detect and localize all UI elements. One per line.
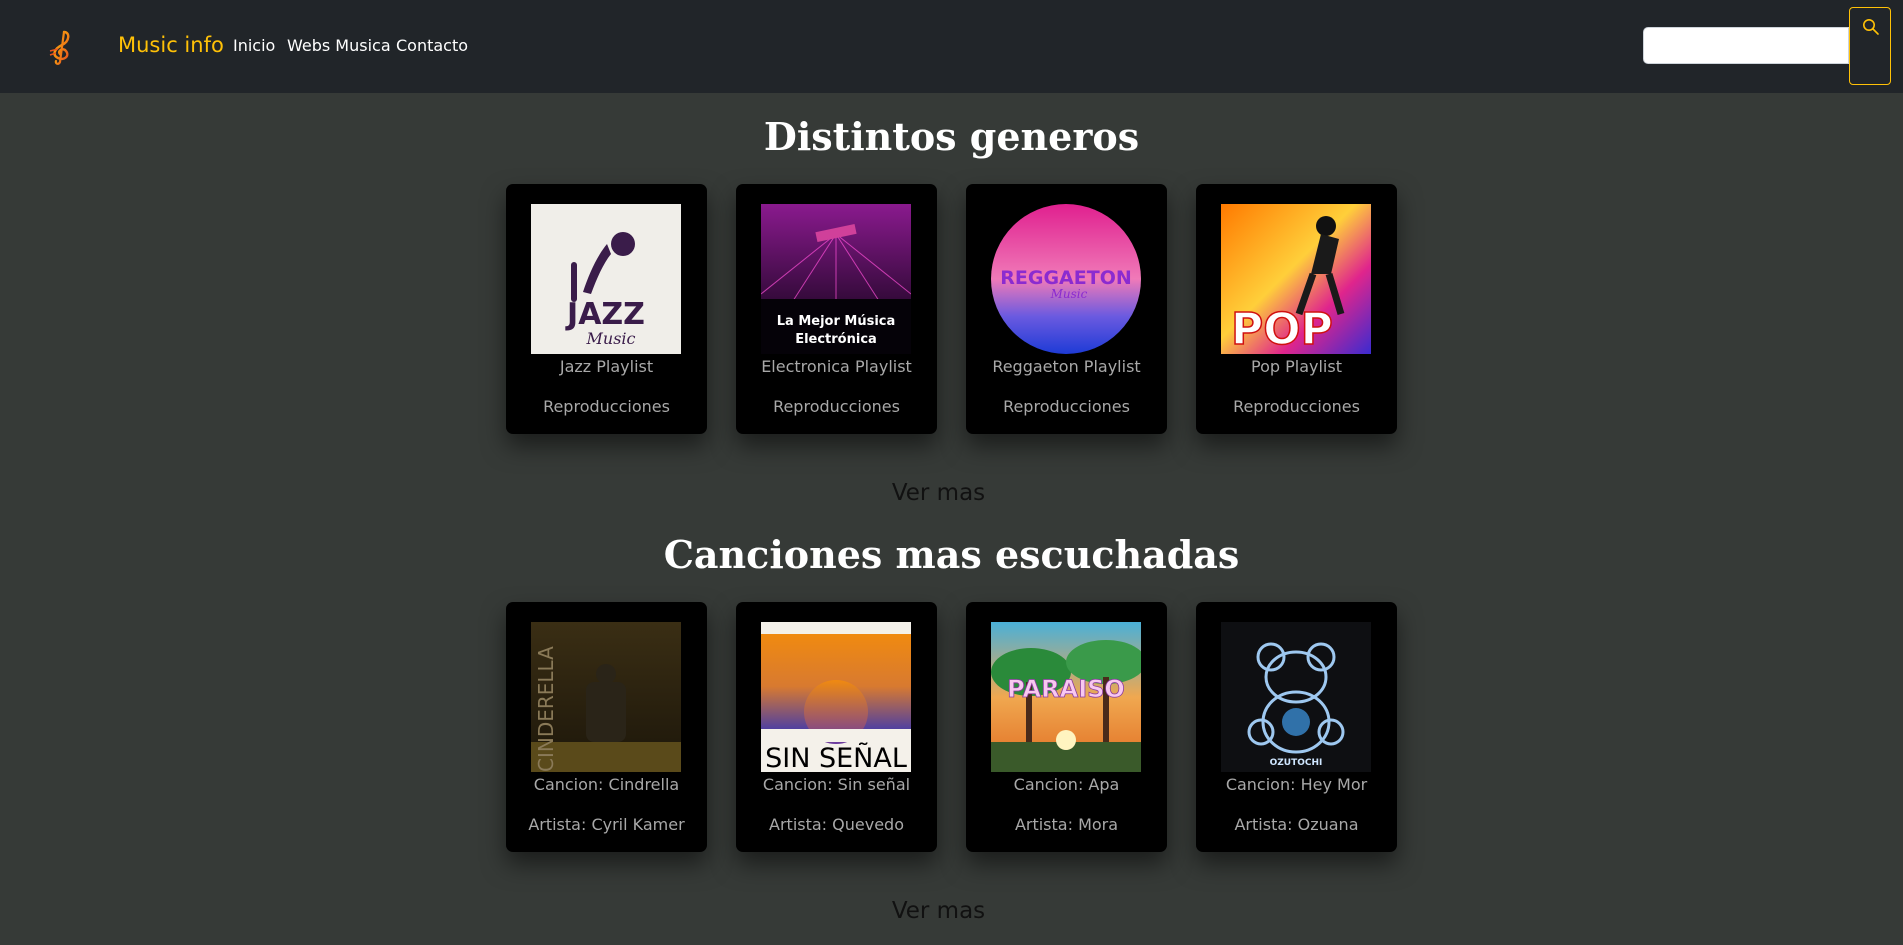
hey-mor-cover-title: OZUTOCHI <box>1270 758 1323 768</box>
card-subtitle: Artista: Ozuana <box>1234 815 1359 834</box>
card-electronica-playlist[interactable]: La Mejor Música Electrónica Electronica … <box>736 184 937 434</box>
jazz-cover-title: JAZZ <box>565 297 645 332</box>
treble-clef-icon[interactable] <box>46 29 78 65</box>
card-title: Pop Playlist <box>1251 357 1342 376</box>
brand-link[interactable]: Music info <box>118 33 224 57</box>
hey-mor-cover-image: OZUTOCHI <box>1221 622 1371 772</box>
card-song-apa[interactable]: PARAISO Cancion: Apa Artista: Mora <box>966 602 1167 852</box>
section-title-generos: Distintos generos <box>763 114 1140 159</box>
sin-senal-cover-title: SIN SEÑAL <box>765 742 907 772</box>
card-song-cindrella[interactable]: CINDERELLA Cancion: Cindrella Artista: C… <box>506 602 707 852</box>
card-title: Cancion: Sin señal <box>762 775 911 794</box>
card-song-hey-mor[interactable]: OZUTOCHI Cancion: Hey Mor Artista: Ozuan… <box>1196 602 1397 852</box>
cindrella-cover-title: CINDERELLA <box>534 646 558 772</box>
card-subtitle: Reproducciones <box>1233 397 1360 416</box>
card-subtitle: Artista: Quevedo <box>769 815 904 834</box>
search-icon <box>1863 19 1879 35</box>
card-title: Cancion: Apa <box>1013 775 1120 794</box>
card-subtitle: Reproducciones <box>773 397 900 416</box>
reggaeton-cover-subtitle: Music <box>1050 287 1088 301</box>
card-subtitle: Reproducciones <box>1003 397 1130 416</box>
card-subtitle: Artista: Mora <box>1014 815 1119 834</box>
apa-cover-title: PARAISO <box>1007 675 1125 703</box>
card-pop-playlist[interactable]: POP Pop Playlist Reproducciones <box>1196 184 1397 434</box>
ver-mas-generos-link[interactable]: Ver mas <box>0 480 1877 506</box>
card-title: Reggaeton Playlist <box>992 357 1141 376</box>
card-subtitle: Artista: Cyril Kamer <box>528 815 685 834</box>
song-cards: CINDERELLA Cancion: Cindrella Artista: C… <box>470 598 1433 868</box>
jazz-cover-image: JAZZ Music <box>531 204 681 354</box>
search-input[interactable] <box>1643 27 1849 64</box>
nav-link-contacto[interactable]: Contacto <box>396 36 468 55</box>
electronica-cover-image: La Mejor Música Electrónica <box>761 204 911 354</box>
pop-cover-image: POP <box>1221 204 1371 354</box>
section-title-canciones: Canciones mas escuchadas <box>663 532 1240 577</box>
nav-link-webs-musica[interactable]: Webs Musica <box>287 36 391 55</box>
cindrella-cover-image: CINDERELLA <box>531 622 681 772</box>
electronica-cover-subtitle: Electrónica <box>795 332 877 347</box>
card-reggaeton-playlist[interactable]: REGGAETON Music Reggaeton Playlist Repro… <box>966 184 1167 434</box>
card-title: Electronica Playlist <box>761 357 912 376</box>
genre-cards: JAZZ Music Jazz Playlist Reproducciones <box>470 180 1433 450</box>
card-title: Cancion: Cindrella <box>533 775 680 794</box>
card-subtitle: Reproducciones <box>543 397 670 416</box>
pop-cover-title: POP <box>1231 304 1333 354</box>
reggaeton-cover-title: REGGAETON <box>1000 267 1132 289</box>
card-title: Jazz Playlist <box>559 357 654 376</box>
jazz-cover-subtitle: Music <box>586 329 636 348</box>
card-jazz-playlist[interactable]: JAZZ Music Jazz Playlist Reproducciones <box>506 184 707 434</box>
ver-mas-canciones-link[interactable]: Ver mas <box>0 898 1877 924</box>
electronica-cover-title: La Mejor Música <box>777 314 896 329</box>
navbar: Music info Inicio Webs Musica Contacto <box>0 0 1903 93</box>
apa-cover-image: PARAISO <box>991 622 1141 772</box>
nav-link-inicio[interactable]: Inicio <box>233 36 275 55</box>
card-song-sin-senal[interactable]: SIN SEÑAL Cancion: Sin señal Artista: Qu… <box>736 602 937 852</box>
search-button[interactable] <box>1849 7 1891 85</box>
sin-senal-cover-image: SIN SEÑAL <box>761 622 911 772</box>
card-title: Cancion: Hey Mor <box>1225 775 1368 794</box>
reggaeton-cover-image: REGGAETON Music <box>991 204 1141 354</box>
